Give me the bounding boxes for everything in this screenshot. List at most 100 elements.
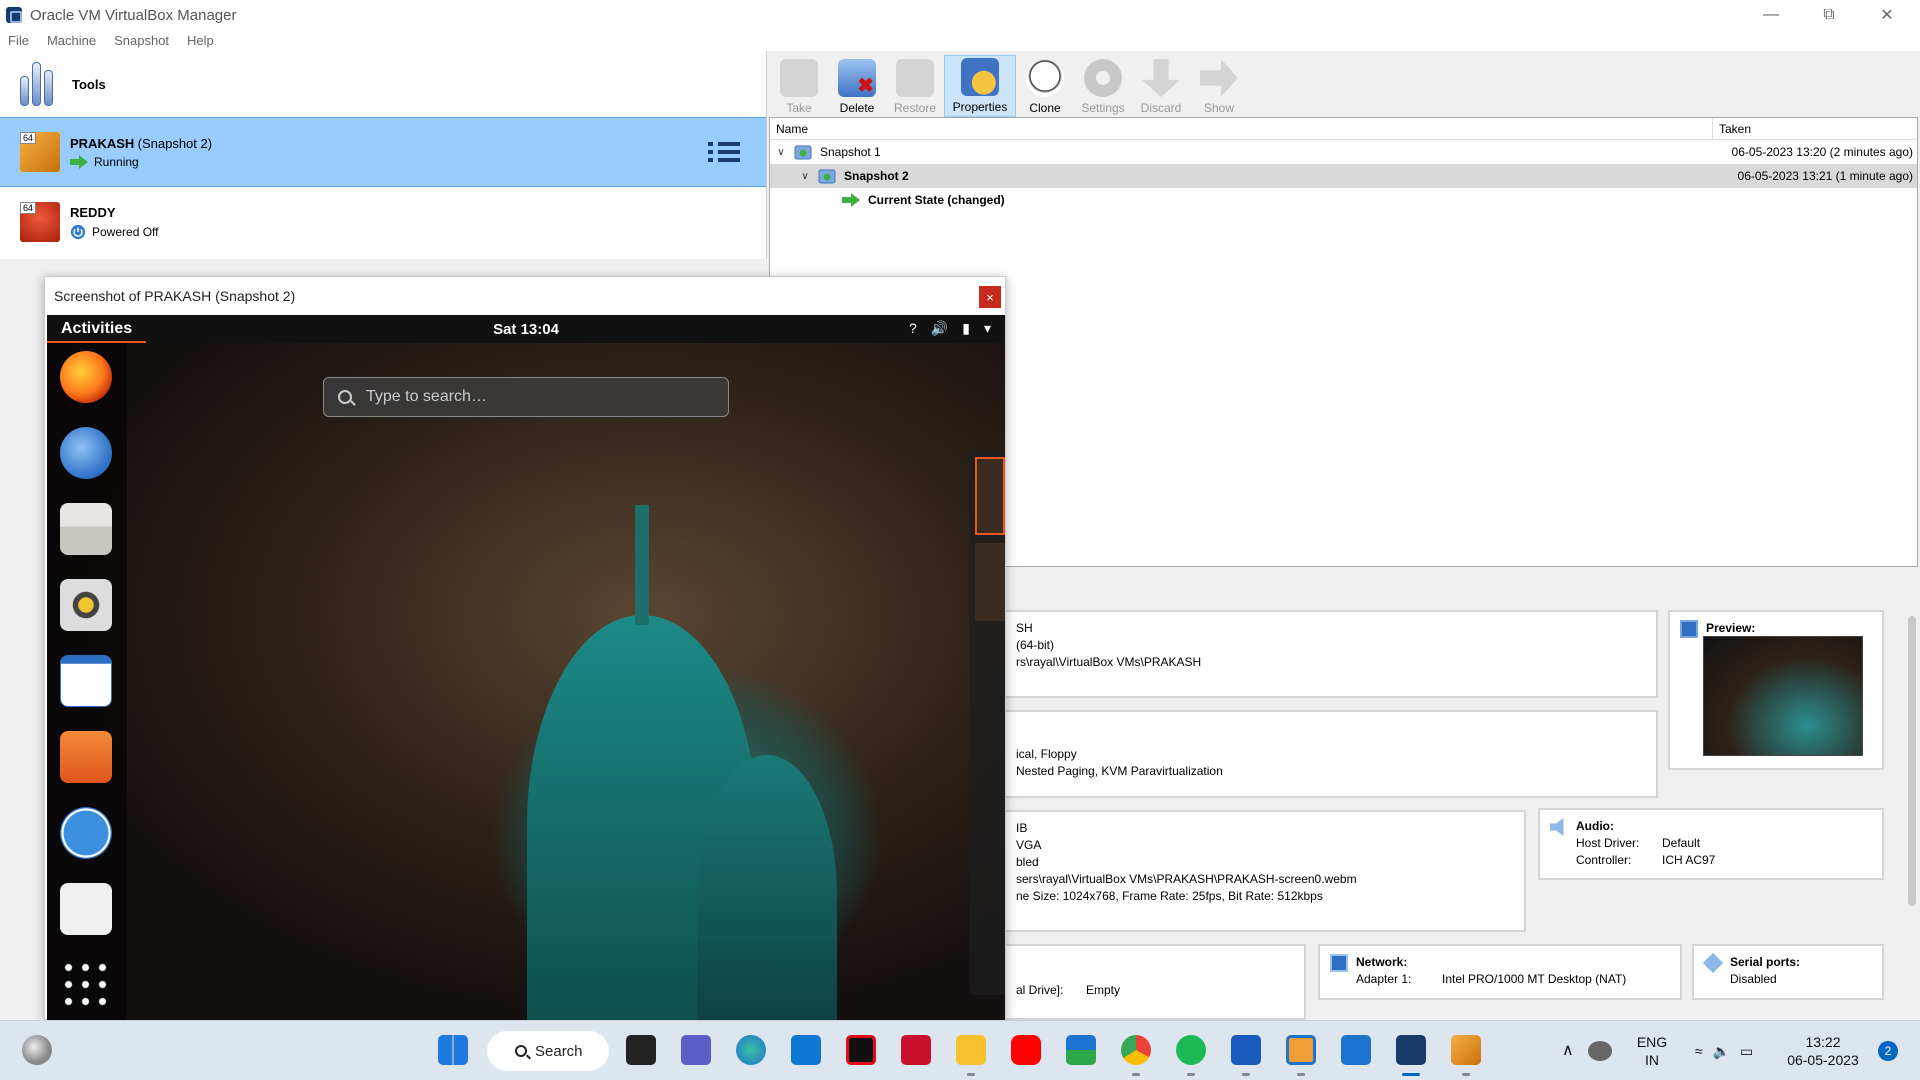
snapshot-taken: 06-05-2023 13:20 (2 minutes ago) — [1731, 145, 1913, 159]
vm-item-reddy[interactable]: 64 REDDY Powered Off — [0, 187, 766, 257]
properties-gear-icon — [961, 58, 999, 96]
chevron-down-icon[interactable]: ∨ — [774, 147, 788, 158]
volume-icon[interactable]: 🔊 — [931, 320, 948, 337]
start-icon[interactable] — [438, 1035, 468, 1065]
tools-item[interactable]: Tools — [0, 51, 766, 117]
weather-icon[interactable] — [22, 1035, 52, 1065]
battery-icon[interactable]: ▮ — [962, 320, 970, 337]
snapshot-taken: 06-05-2023 13:21 (1 minute ago) — [1737, 169, 1913, 183]
amazon-icon[interactable] — [60, 883, 112, 935]
taskbar-search[interactable]: Search — [487, 1031, 609, 1071]
search-icon — [515, 1045, 527, 1057]
show-button[interactable]: Show — [1190, 55, 1248, 117]
running-indicator — [1297, 1073, 1305, 1076]
delete-snapshot-button[interactable]: ✖ Delete — [828, 55, 886, 117]
clone-button[interactable]: Clone — [1016, 55, 1074, 117]
firefox-icon[interactable] — [60, 351, 112, 403]
menu-bar: File Machine Snapshot Help — [0, 30, 1920, 51]
close-icon[interactable]: × — [979, 286, 1001, 308]
discard-button[interactable]: Discard — [1132, 55, 1190, 117]
files-icon[interactable] — [60, 503, 112, 555]
help-icon[interactable] — [60, 807, 112, 859]
word-icon[interactable] — [1231, 1035, 1261, 1065]
screenshot-title-bar: Screenshot of PRAKASH (Snapshot 2) × — [45, 277, 1005, 315]
workspace-switcher — [969, 451, 1005, 995]
discard-arrow-icon — [1142, 59, 1180, 97]
snapshot-row[interactable]: ∨ Snapshot 1 06-05-2023 13:20 (2 minutes… — [770, 140, 1917, 164]
task-view-icon[interactable] — [626, 1035, 656, 1065]
settings-button[interactable]: Settings — [1074, 55, 1132, 117]
cortana-icon[interactable] — [791, 1035, 821, 1065]
virtualbox-taskbar-icon[interactable] — [1396, 1035, 1426, 1065]
snapshot-row[interactable]: ∨ Snapshot 2 06-05-2023 13:21 (1 minute … — [770, 164, 1917, 188]
teams-chat-icon[interactable] — [681, 1035, 711, 1065]
audio-box: Audio: Host Driver: Default Controller: IC… — [1538, 808, 1884, 880]
taskbar-clock[interactable]: 13:22 06-05-2023 — [1780, 1021, 1866, 1080]
menu-machine[interactable]: Machine — [47, 33, 96, 48]
file-explorer-icon[interactable] — [956, 1035, 986, 1065]
chrome-icon[interactable] — [1121, 1035, 1151, 1065]
tools-icon — [20, 62, 58, 106]
workspace-thumbnail[interactable] — [975, 543, 1005, 621]
menu-snapshot[interactable]: Snapshot — [114, 33, 169, 48]
restore-button[interactable]: ⧉ — [1800, 0, 1858, 30]
menu-help[interactable]: Help — [187, 33, 214, 48]
column-taken-header[interactable]: Taken — [1713, 122, 1751, 136]
screenshot-dialog: Screenshot of PRAKASH (Snapshot 2) × Act… — [44, 276, 1006, 1021]
guest-screenshot: Activities Sat 13:04 ? 🔊 ▮ ▾ Type to sea… — [47, 315, 1005, 1021]
tools-label: Tools — [72, 76, 106, 92]
youtube-icon[interactable] — [1011, 1035, 1041, 1065]
minimize-button[interactable]: — — [1742, 0, 1800, 30]
activities-button[interactable]: Activities — [47, 315, 147, 343]
preview-box: Preview: — [1668, 610, 1884, 770]
properties-button[interactable]: Properties — [944, 55, 1016, 117]
serial-box: Serial ports: Disabled — [1692, 944, 1884, 1000]
spotify-icon[interactable] — [1176, 1035, 1206, 1065]
storage-box: al Drive]: Empty — [1004, 944, 1306, 1020]
netflix-icon[interactable] — [846, 1035, 876, 1065]
ubuntu-os-icon: 64 — [20, 132, 60, 172]
system-menu-chevron-icon[interactable]: ▾ — [984, 320, 991, 337]
notepad-icon[interactable] — [1341, 1035, 1371, 1065]
notification-badge[interactable]: 2 — [1878, 1041, 1898, 1061]
edge-icon[interactable] — [736, 1035, 766, 1065]
snapshot-camera-icon — [794, 145, 812, 160]
language-indicator[interactable]: ENG IN — [1632, 1021, 1672, 1080]
preview-thumbnail — [1703, 636, 1863, 756]
running-arrow-icon — [70, 154, 88, 169]
general-box: SH (64-bit) rs\rayal\VirtualBox VMs\PRAK… — [1004, 610, 1658, 698]
rhythmbox-icon[interactable] — [60, 579, 112, 631]
column-name-header[interactable]: Name — [770, 117, 1713, 140]
thunderbird-icon[interactable] — [60, 427, 112, 479]
close-window-button[interactable]: ✕ — [1858, 0, 1916, 30]
screenshot-title: Screenshot of PRAKASH (Snapshot 2) — [54, 288, 296, 304]
title-bar: Oracle VM VirtualBox Manager — ⧉ ✕ — [0, 0, 1920, 30]
microsoft-store-icon[interactable] — [1066, 1035, 1096, 1065]
mcafee-icon[interactable] — [901, 1035, 931, 1065]
quick-settings[interactable]: ≈ 🔈 ▭ — [1684, 1021, 1764, 1080]
current-state-row[interactable]: Current State (changed) — [770, 188, 1917, 212]
running-indicator — [1242, 1073, 1250, 1076]
workspace-thumbnail[interactable] — [975, 457, 1005, 535]
network-unknown-icon[interactable]: ? — [909, 320, 917, 337]
software-center-icon[interactable] — [60, 731, 112, 783]
menu-file[interactable]: File — [8, 33, 29, 48]
writer-icon[interactable] — [60, 655, 112, 707]
snipping-tool-icon[interactable] — [1286, 1035, 1316, 1065]
take-snapshot-button[interactable]: Take — [770, 55, 828, 117]
show-hidden-icons-chevron-icon[interactable]: ∧ — [1562, 1021, 1574, 1080]
vm-details-menu-icon[interactable] — [708, 138, 740, 168]
restore-snapshot-button[interactable]: Restore — [886, 55, 944, 117]
clone-sheep-icon — [1026, 59, 1064, 97]
show-applications-icon[interactable] — [60, 959, 112, 1011]
virtualbox-app-icon — [6, 7, 22, 23]
details-scrollbar[interactable] — [1908, 616, 1916, 906]
guest-search-field[interactable]: Type to search… — [323, 377, 729, 417]
vm-item-prakash[interactable]: 64 PRAKASH (Snapshot 2) Running — [0, 117, 766, 187]
serial-port-icon — [1702, 952, 1724, 974]
onedrive-icon[interactable] — [1588, 1041, 1612, 1061]
chevron-down-icon[interactable]: ∨ — [798, 171, 812, 182]
prakash-vm-taskbar-icon[interactable] — [1451, 1035, 1481, 1065]
active-indicator — [1402, 1073, 1420, 1076]
delete-camera-icon: ✖ — [838, 59, 876, 97]
